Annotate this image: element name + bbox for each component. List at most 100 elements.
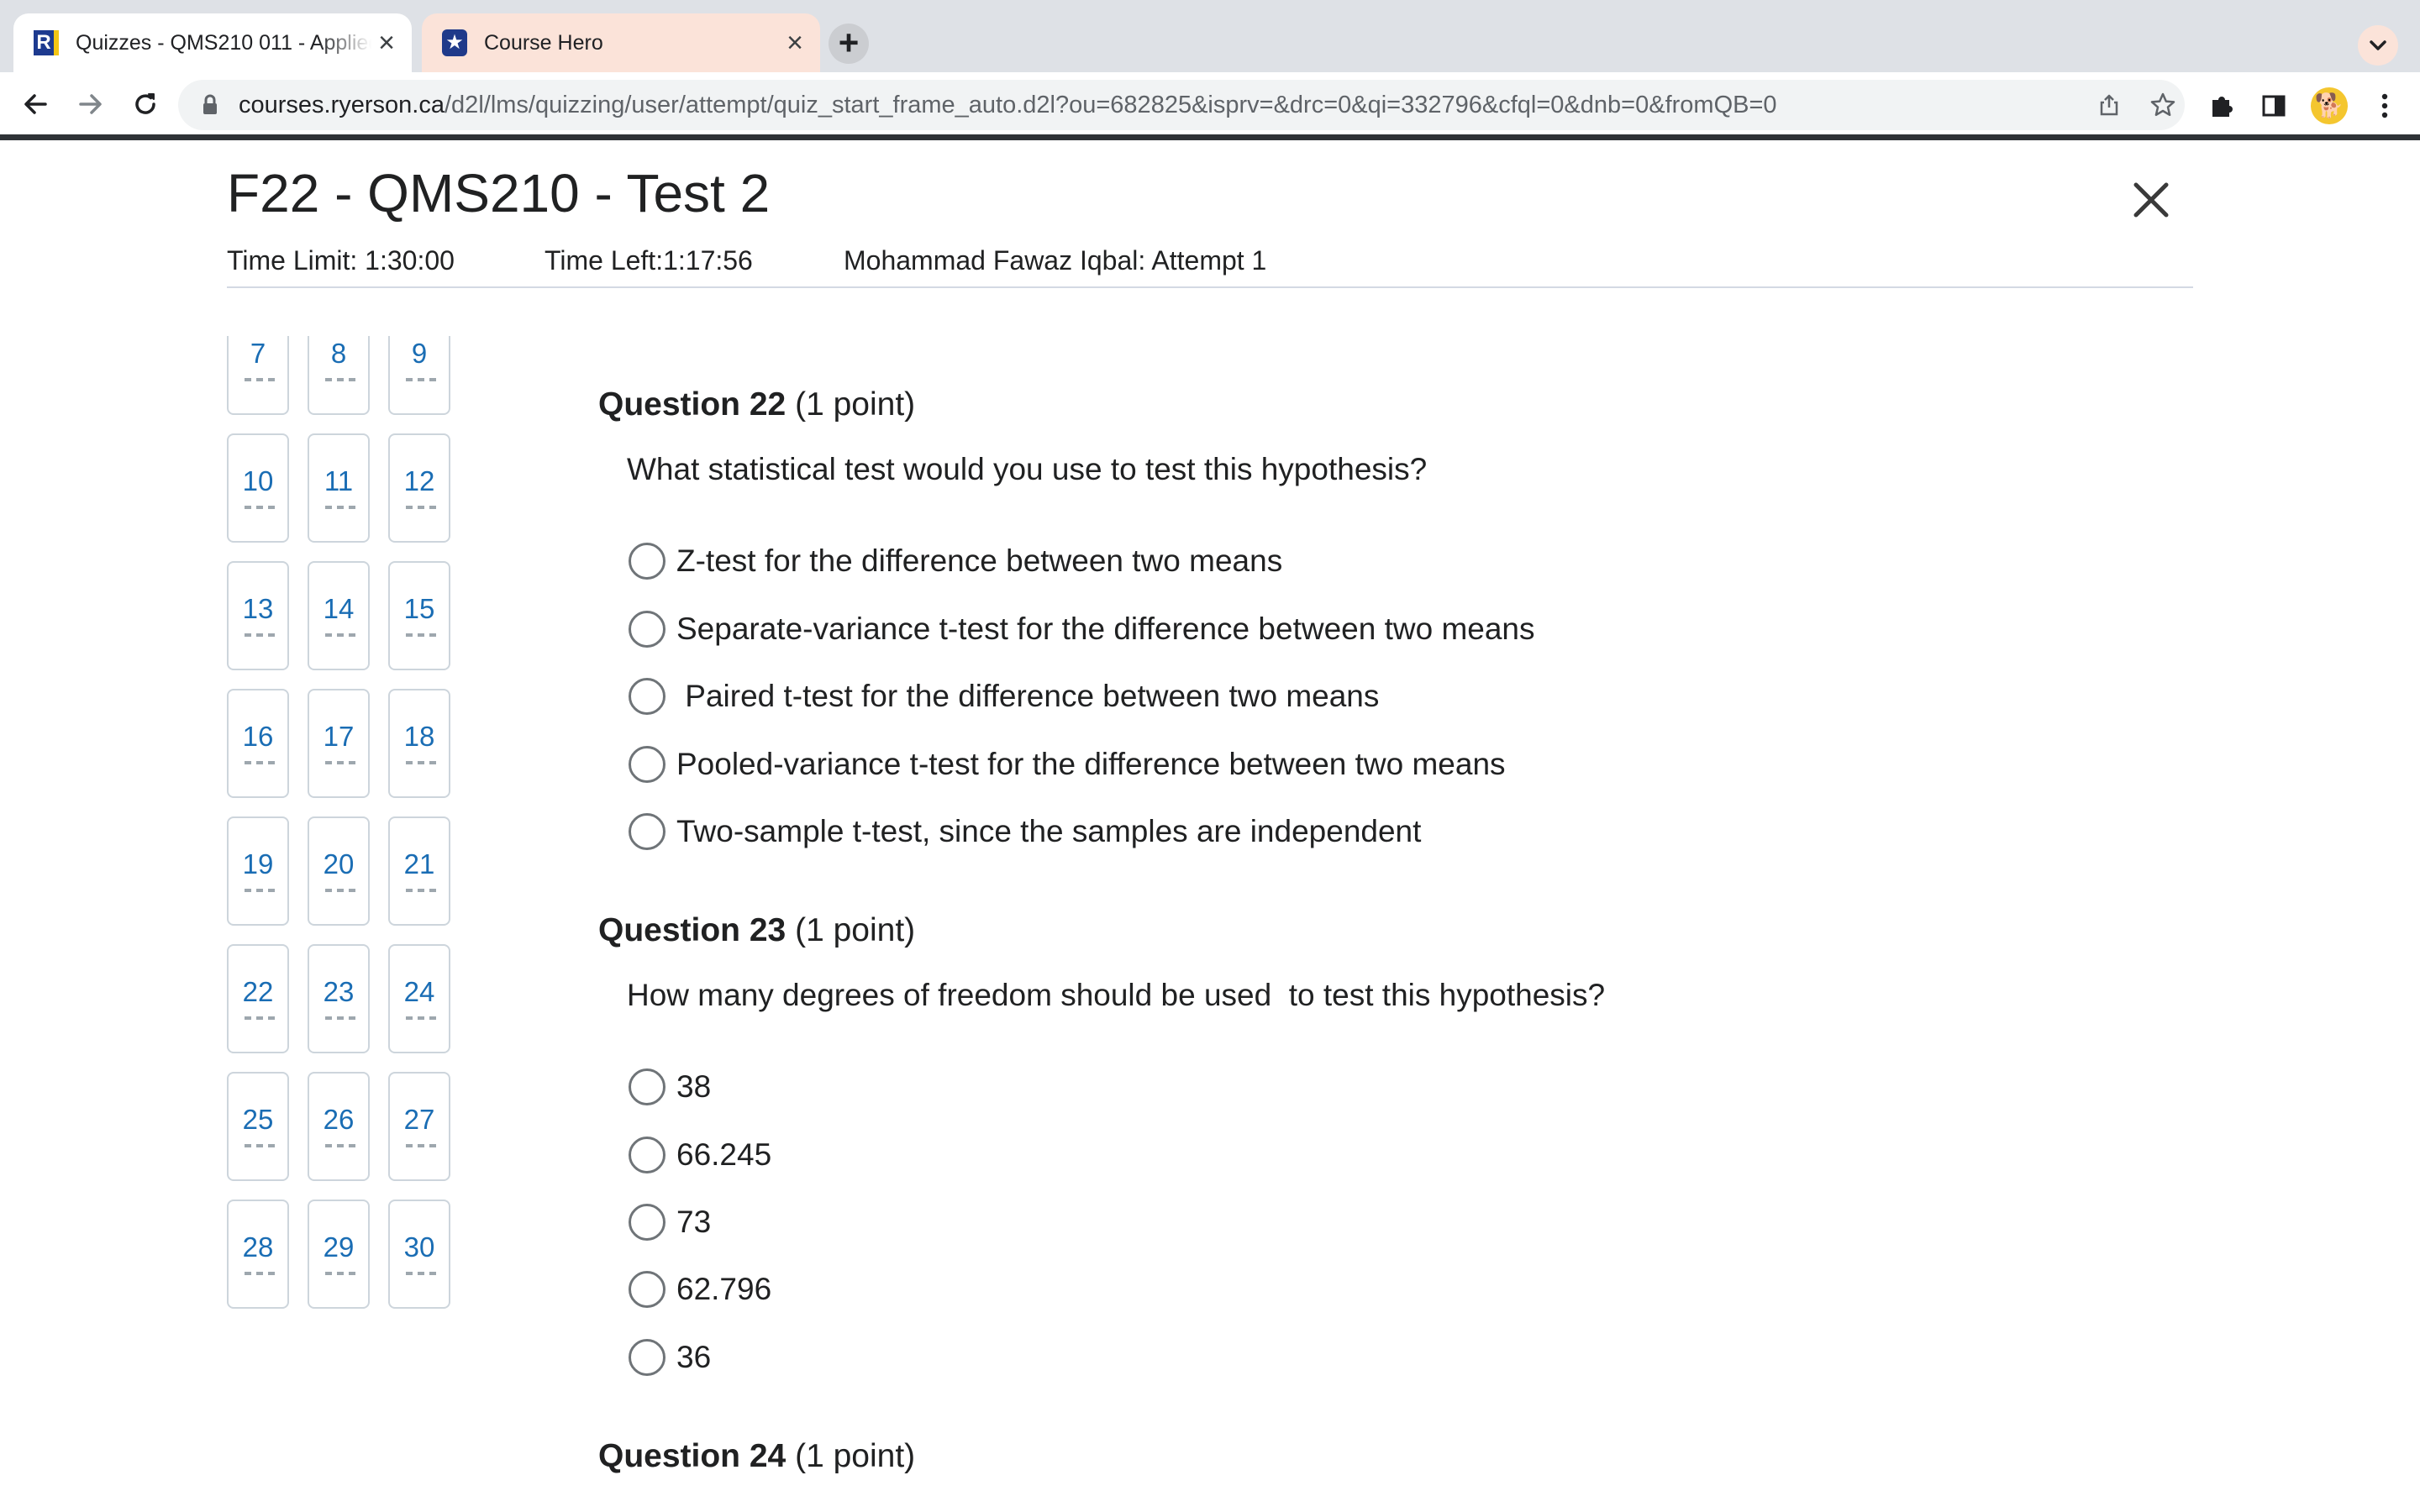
answer-option[interactable]: 38 [629,1062,711,1112]
question-nav-number: 20 [323,848,355,879]
new-tab-button[interactable]: + [829,24,869,64]
answer-option[interactable]: Separate-variance t-test for the differe… [629,604,1535,654]
address-bar[interactable]: courses.ryerson.ca/d2l/lms/quizzing/user… [178,80,2185,130]
answer-option[interactable]: Z-test for the difference between two me… [629,536,1282,586]
question-nav-item[interactable]: 23 [308,944,370,1053]
radio-button[interactable] [629,678,666,715]
question-nav-item[interactable]: 27 [388,1072,450,1181]
question-nav-item[interactable]: 24 [388,944,450,1053]
time-limit: Time Limit: 1:30:00 [227,245,455,276]
unanswered-indicator [325,889,355,892]
question-nav-number: 25 [242,1104,274,1135]
question-header: Question 22 (1 point) [598,385,915,425]
attempt-info: Mohammad Fawaz Iqbal: Attempt 1 [844,245,1267,276]
tab-close-icon[interactable]: × [371,28,402,58]
question-nav-item[interactable]: 22 [227,944,289,1053]
question-nav-item[interactable]: 12 [388,433,450,543]
question-header: Question 24 (1 point) [598,1436,915,1477]
forward-icon [79,94,102,114]
question-nav-item[interactable]: 25 [227,1072,289,1181]
question-nav-item[interactable]: 19 [227,816,289,926]
share-icon[interactable] [2094,90,2124,120]
question-nav-item[interactable]: 7 [227,336,289,415]
chevron-down-icon [2370,40,2386,50]
menu-icon[interactable] [2368,89,2402,123]
question-nav-item[interactable]: 28 [227,1200,289,1309]
unanswered-indicator [325,633,355,637]
option-label: 66.245 [676,1137,772,1172]
back-button[interactable] [12,81,59,128]
unanswered-indicator [406,1144,436,1147]
reload-button[interactable] [122,81,169,128]
radio-button[interactable] [629,1068,666,1105]
radio-button[interactable] [629,1271,666,1308]
unanswered-indicator [406,378,436,381]
question-nav-number: 18 [403,721,435,752]
ryerson-r-icon: R [34,30,59,55]
answer-option[interactable]: 73 [629,1197,711,1247]
question-nav-item[interactable]: 30 [388,1200,450,1309]
radio-button[interactable] [629,813,666,850]
unanswered-indicator [245,1016,275,1020]
close-icon [2133,182,2169,218]
tab-search-button[interactable] [2358,25,2398,66]
answer-option[interactable]: Two-sample t-test, since the samples are… [629,806,1421,857]
question-22: Question 22 (1 point) What statistical t… [598,385,1535,850]
question-nav-number: 13 [242,593,274,624]
tab-course-hero[interactable]: ★ Course Hero × [422,13,820,72]
browser-toolbar: courses.ryerson.ca/d2l/lms/quizzing/user… [0,72,2420,138]
answer-option[interactable]: 36 [629,1332,711,1383]
answer-option[interactable]: 66.245 [629,1130,771,1180]
back-icon [24,94,47,114]
unanswered-indicator [325,761,355,764]
question-nav-item[interactable]: 14 [308,561,370,670]
radio-button[interactable] [629,1339,666,1376]
forward-button[interactable] [67,81,114,128]
radio-button[interactable] [629,543,666,580]
question-nav-item[interactable]: 8 [308,336,370,415]
question-nav-number: 10 [242,465,274,496]
radio-button[interactable] [629,1137,666,1173]
close-quiz-button[interactable] [2128,176,2175,223]
question-nav-item[interactable]: 11 [308,433,370,543]
unanswered-indicator [245,889,275,892]
reload-icon [135,93,155,114]
question-nav-item[interactable]: 20 [308,816,370,926]
radio-button[interactable] [629,611,666,648]
question-nav-number: 12 [403,465,435,496]
tab-close-icon[interactable]: × [780,28,810,58]
question-nav-item[interactable]: 13 [227,561,289,670]
answer-option[interactable]: Paired t-test for the difference between… [629,671,1379,722]
question-nav-item[interactable]: 18 [388,689,450,798]
profile-avatar[interactable]: 🐕 [2311,87,2348,124]
question-nav-item[interactable]: 21 [388,816,450,926]
course-hero-icon: ★ [442,29,467,56]
question-nav-item[interactable]: 26 [308,1072,370,1181]
option-label: Two-sample t-test, since the samples are… [676,814,1422,848]
unanswered-indicator [406,1016,436,1020]
option-label: Pooled-variance t-test for the differenc… [676,747,1506,781]
question-header: Question 23 (1 point) [598,911,915,951]
time-left: Time Left:1:17:56 [544,245,753,276]
tab-quizzes[interactable]: R Quizzes - QMS210 011 - Applied × [13,13,412,72]
unanswered-indicator [406,633,436,637]
star-icon[interactable] [2148,90,2178,120]
option-label: Separate-variance t-test for the differe… [676,612,1535,646]
question-nav-item[interactable]: 9 [388,336,450,415]
question-nav-item[interactable]: 17 [308,689,370,798]
side-panel-icon[interactable] [2257,89,2291,123]
radio-button[interactable] [629,1204,666,1241]
question-nav-item[interactable]: 10 [227,433,289,543]
question-nav-number: 29 [323,1231,355,1263]
answer-option[interactable]: 62.796 [629,1264,771,1315]
question-nav-item[interactable]: 29 [308,1200,370,1309]
radio-button[interactable] [629,746,666,783]
answer-option[interactable]: Pooled-variance t-test for the differenc… [629,739,1506,790]
question-title: Question 22 [598,386,786,423]
question-navigator: 7 8 9 10 11 12 13 14 15 16 17 18 19 20 21 22 23 24 25 26 27 2… [227,336,454,1336]
question-nav-item[interactable]: 15 [388,561,450,670]
question-24: Question 24 (1 point) [598,1436,915,1477]
question-nav-item[interactable]: 16 [227,689,289,798]
page-title: F22 - QMS210 - Test 2 [227,163,771,223]
extensions-icon[interactable] [2205,89,2238,123]
